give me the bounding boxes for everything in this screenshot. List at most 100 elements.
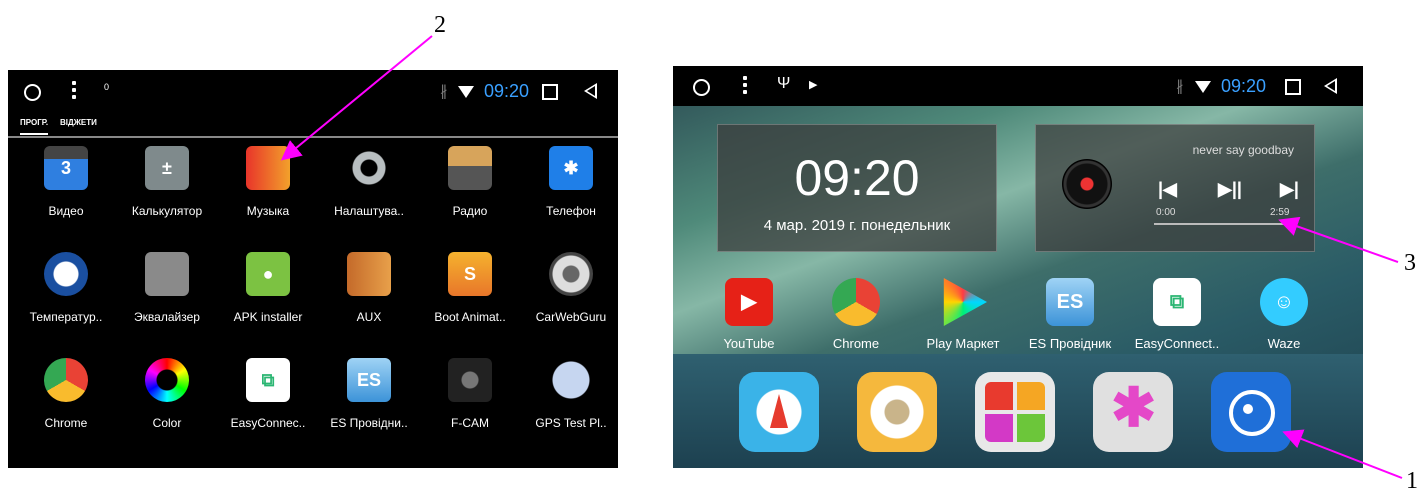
app-label: Телефон	[546, 204, 596, 218]
song-title: never say goodbay	[1192, 143, 1294, 157]
clock-widget[interactable]: 09:20 4 мар. 2019 г. понедельник	[717, 124, 997, 252]
radio-icon	[448, 146, 492, 190]
aux-sliders-icon	[347, 252, 391, 296]
app-label: GPS Test Pl..	[535, 416, 607, 430]
bluetooth-status-icon: ∦	[1176, 78, 1184, 95]
shortcut-label: ES Провідник	[1028, 336, 1112, 351]
bluetooth-status-icon: ∦	[440, 83, 448, 100]
app-label: Температур..	[29, 310, 103, 324]
chrome-icon	[832, 278, 880, 326]
app-drawer-screen: 0 ∦ 09:20 ПРОГР. ВІДЖЕТИ 3 Видео ± Калькуля…	[8, 70, 618, 468]
app-color-wheel[interactable]: Color	[119, 358, 215, 444]
shortcut-label: Waze	[1267, 336, 1301, 351]
app-aux-sliders[interactable]: AUX	[321, 252, 417, 338]
app-label: Chrome	[44, 416, 88, 430]
back-triangle-icon[interactable]	[1324, 78, 1337, 94]
camera-icon	[448, 358, 492, 402]
settings-gear-icon	[347, 146, 391, 190]
tab-apps[interactable]: ПРОГР.	[20, 118, 49, 135]
app-label: AUX	[356, 310, 382, 324]
app-label: Color	[152, 416, 182, 430]
app-label: EasyConnec..	[230, 416, 306, 430]
gps-globe-icon	[549, 358, 593, 402]
app-label: Boot Animat..	[434, 310, 506, 324]
app-android[interactable]: ● APK installer	[220, 252, 316, 338]
navigation-compass-icon[interactable]	[739, 372, 819, 452]
app-es-explorer[interactable]: ES ES Провідни..	[321, 358, 417, 444]
shortcut-waze[interactable]: ☺ Waze	[1234, 278, 1334, 364]
previous-track-button[interactable]: |◀	[1158, 179, 1177, 200]
chrome-icon	[44, 358, 88, 402]
shortcut-es-explorer[interactable]: ES ES Провідник	[1020, 278, 1120, 364]
home-circle-icon[interactable]	[693, 79, 710, 96]
wifi-icon	[458, 86, 474, 98]
status-indicator: 0	[104, 82, 110, 92]
recents-square-icon[interactable]	[542, 84, 558, 100]
app-label: Эквалайзер	[134, 310, 200, 324]
bluetooth-symbol-icon: ✱	[1111, 378, 1157, 438]
boot-animation-icon: S	[448, 252, 492, 296]
tab-widgets[interactable]: ВІДЖЕТИ	[60, 118, 97, 127]
app-boot-animation[interactable]: S Boot Animat..	[422, 252, 518, 338]
app-settings-gear[interactable]: Налаштува..	[321, 146, 417, 232]
app-bluetooth-phone[interactable]: ✱ Телефон	[523, 146, 618, 232]
app-calculator[interactable]: ± Калькулятор	[119, 146, 215, 232]
app-radio[interactable]: Радио	[422, 146, 518, 232]
app-equalizer[interactable]: Эквалайзер	[119, 252, 215, 338]
track-progress-bar[interactable]	[1154, 223, 1294, 225]
app-label: Радио	[452, 204, 488, 218]
shortcut-youtube[interactable]: ▶ YouTube	[699, 278, 799, 364]
waze-icon: ☺	[1260, 278, 1308, 326]
youtube-icon: ▶	[725, 278, 773, 326]
recents-square-icon[interactable]	[1285, 79, 1301, 95]
next-track-button[interactable]: ▶|	[1280, 179, 1299, 200]
app-temperature-chip[interactable]: Температур..	[18, 252, 114, 338]
vinyl-record-icon	[1062, 159, 1112, 209]
menu-dots-icon[interactable]	[743, 76, 747, 97]
app-chrome[interactable]: Chrome	[18, 358, 114, 444]
shortcut-easyconnect[interactable]: ⧉ EasyConnect..	[1127, 278, 1227, 364]
app-easyconnect[interactable]: ⧉ EasyConnec..	[220, 358, 316, 444]
app-music-microphone[interactable]: Музыка	[220, 146, 316, 232]
play-pause-button[interactable]: ▶||	[1218, 179, 1242, 200]
music-microphone-icon	[246, 146, 290, 190]
es-explorer-icon: ES	[1046, 278, 1094, 326]
back-triangle-icon[interactable]	[584, 83, 597, 99]
shortcut-chrome[interactable]: Chrome	[806, 278, 906, 364]
video-player-icon[interactable]	[1211, 372, 1291, 452]
shortcut-play-store[interactable]: Play Маркет	[913, 278, 1013, 364]
status-bar: 0 ∦ 09:20	[8, 70, 618, 112]
home-circle-icon[interactable]	[24, 84, 41, 101]
music-widget[interactable]: never say goodbay |◀ ▶|| ▶| 0:00 2:59	[1035, 124, 1315, 252]
elapsed-time: 0:00	[1156, 207, 1176, 218]
play-store-icon	[943, 278, 987, 326]
usb-icon: Ψ	[777, 75, 791, 92]
app-label: Калькулятор	[131, 204, 203, 218]
drawer-tabs: ПРОГР. ВІДЖЕТИ	[8, 114, 618, 138]
easyconnect-icon: ⧉	[246, 358, 290, 402]
menu-dots-icon[interactable]	[72, 81, 76, 102]
android-icon: ●	[246, 252, 290, 296]
app-steering-wheel[interactable]: CarWebGuru	[523, 252, 618, 338]
shortcut-label: Play Маркет	[926, 336, 1000, 351]
app-label: F-CAM	[451, 416, 489, 430]
app-camera[interactable]: F-CAM	[422, 358, 518, 444]
play-status-icon: ▶	[809, 79, 818, 91]
video-icon: 3	[44, 146, 88, 190]
app-label: CarWebGuru	[535, 310, 607, 324]
status-bar: Ψ ▶ ∦ 09:20	[673, 66, 1363, 106]
radio-dial-icon[interactable]	[857, 372, 937, 452]
apps-grid-icon[interactable]	[975, 372, 1055, 452]
clock-date: 4 мар. 2019 г. понедельник	[763, 217, 951, 234]
home-screen: Ψ ▶ ∦ 09:20 09:20 4 мар. 2019 г. понедел…	[673, 66, 1363, 468]
app-gps-globe[interactable]: GPS Test Pl..	[523, 358, 618, 444]
app-video[interactable]: 3 Видео	[18, 146, 114, 232]
track-duration: 2:59	[1270, 207, 1290, 218]
callout-1: 1	[1406, 468, 1418, 494]
app-label: Музыка	[246, 204, 290, 218]
bluetooth-icon[interactable]: ✱	[1093, 372, 1173, 452]
app-label: Видео	[48, 204, 84, 218]
app-label: Налаштува..	[334, 204, 404, 218]
shortcut-label: Chrome	[832, 336, 880, 351]
callout-3: 3	[1404, 250, 1416, 276]
